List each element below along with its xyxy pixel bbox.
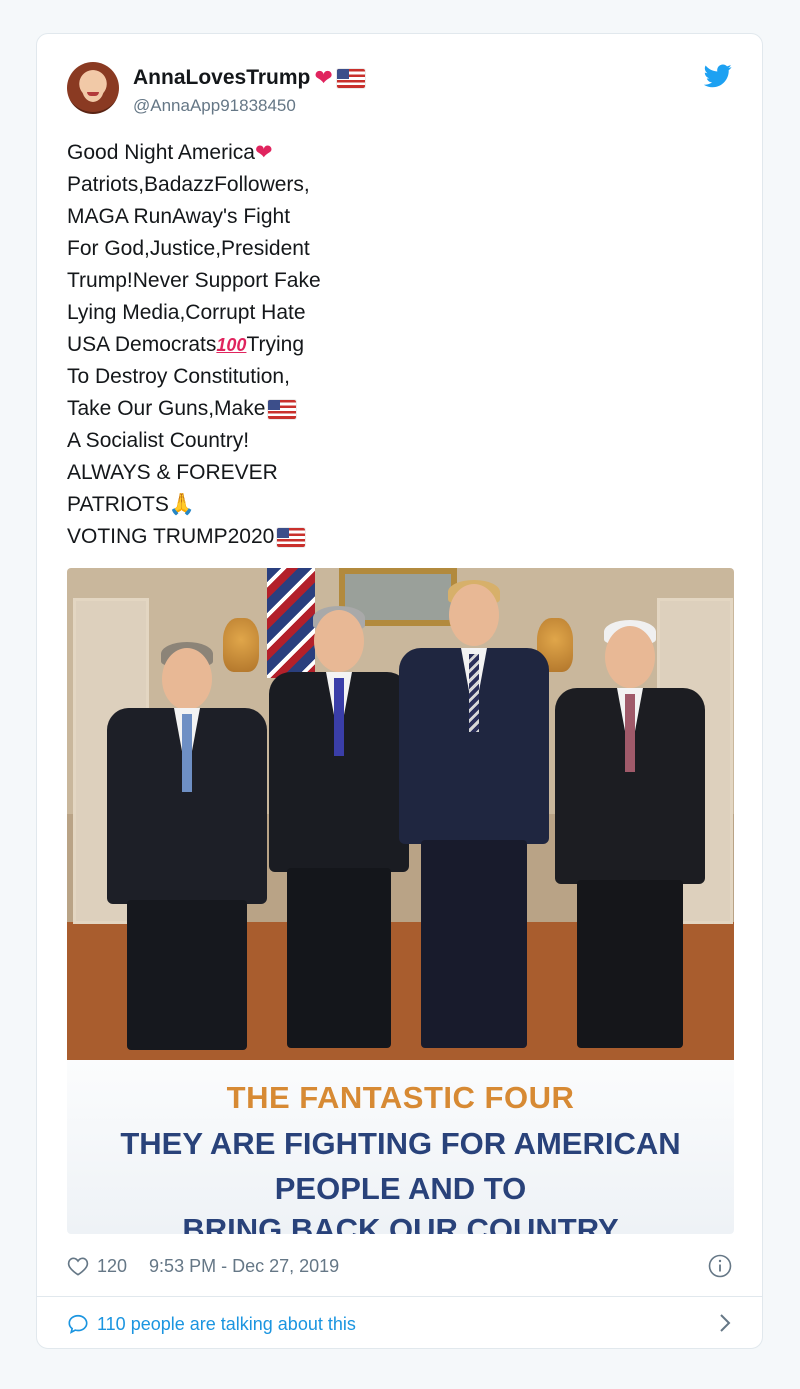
text-line: A Socialist Country! bbox=[67, 429, 250, 452]
person bbox=[269, 584, 409, 1054]
divider bbox=[37, 1296, 762, 1297]
person bbox=[399, 574, 549, 1054]
person bbox=[555, 592, 705, 1054]
text-fragment: PATRIOTS bbox=[67, 493, 169, 516]
head bbox=[449, 584, 499, 646]
tie bbox=[182, 714, 192, 792]
text-fragment: Trying bbox=[246, 333, 305, 356]
text-line: To Destroy Constitution, bbox=[67, 365, 290, 388]
hundred-emoji: 100 bbox=[216, 335, 247, 355]
heart-emoji: ❤ bbox=[254, 141, 273, 164]
tie bbox=[625, 694, 635, 772]
heart-icon[interactable] bbox=[67, 1256, 89, 1276]
caption-title: THE FANTASTIC FOUR bbox=[226, 1080, 575, 1115]
tie bbox=[469, 654, 479, 732]
tie bbox=[334, 678, 344, 756]
text-fragment: Good Night America bbox=[67, 141, 255, 164]
person bbox=[107, 604, 267, 1054]
text-fragment: Take Our Guns,Make bbox=[67, 397, 266, 420]
tweet-card[interactable]: AnnaLovesTrump ❤ @AnnaApp91838450 Good N… bbox=[36, 33, 763, 1349]
talking-count-label[interactable]: 110 people are talking about this bbox=[97, 1314, 356, 1335]
us-flag-icon bbox=[336, 68, 365, 88]
head bbox=[605, 626, 655, 688]
avatar[interactable] bbox=[67, 62, 119, 114]
head bbox=[314, 610, 364, 672]
text-line: MAGA RunAway's Fight bbox=[67, 205, 291, 228]
text-line: PATRIOTS🙏 bbox=[67, 489, 487, 521]
us-flag-icon bbox=[268, 399, 297, 419]
trousers bbox=[421, 840, 527, 1048]
twitter-bird-icon[interactable] bbox=[704, 64, 732, 88]
caption-line: PEOPLE AND TO bbox=[274, 1171, 527, 1206]
image-caption: THE FANTASTIC FOUR THEY ARE FIGHTING FOR… bbox=[67, 1060, 734, 1234]
text-line: Lying Media,Corrupt Hate bbox=[67, 301, 306, 324]
text-line: Good Night America❤ bbox=[67, 137, 487, 169]
tweet-image[interactable]: THE FANTASTIC FOUR THEY ARE FIGHTING FOR… bbox=[67, 568, 734, 1234]
text-line: Take Our Guns,Make bbox=[67, 393, 487, 425]
text-fragment: USA Democrats bbox=[67, 333, 217, 356]
text-line: For God,Justice,President bbox=[67, 237, 310, 260]
tweet-meta: 120 9:53 PM - Dec 27, 2019 bbox=[67, 1252, 734, 1280]
trousers bbox=[127, 900, 247, 1050]
trousers bbox=[577, 880, 683, 1048]
text-line: USA Democrats100Trying bbox=[67, 329, 487, 361]
speech-bubble-icon bbox=[68, 1314, 88, 1334]
text-line: ALWAYS & FOREVER bbox=[67, 461, 278, 484]
info-icon[interactable] bbox=[708, 1254, 732, 1278]
timestamp[interactable]: 9:53 PM - Dec 27, 2019 bbox=[149, 1256, 339, 1277]
us-flag-icon bbox=[277, 527, 306, 547]
author-name-row[interactable]: AnnaLovesTrump ❤ bbox=[133, 66, 365, 90]
photo bbox=[67, 568, 734, 1060]
pray-emoji: 🙏 bbox=[168, 493, 196, 516]
display-name[interactable]: AnnaLovesTrump bbox=[133, 66, 310, 90]
caption-line: BRING BACK OUR COUNTRY bbox=[182, 1212, 619, 1234]
head bbox=[162, 648, 212, 710]
avatar-face bbox=[82, 74, 104, 102]
conversation-link[interactable]: 110 people are talking about this bbox=[67, 1309, 734, 1339]
text-line: Patriots,BadazzFollowers, bbox=[67, 173, 310, 196]
heart-emoji: ❤ bbox=[314, 65, 333, 90]
tweet-text: Good Night America❤ Patriots,BadazzFollo… bbox=[67, 137, 487, 553]
caption-line: THEY ARE FIGHTING FOR AMERICAN bbox=[120, 1126, 681, 1161]
author-handle[interactable]: @AnnaApp91838450 bbox=[133, 96, 296, 116]
like-count[interactable]: 120 bbox=[97, 1256, 127, 1277]
text-fragment: VOTING TRUMP2020 bbox=[67, 525, 275, 548]
text-line: VOTING TRUMP2020 bbox=[67, 521, 487, 553]
trousers bbox=[287, 868, 391, 1048]
chevron-right-icon[interactable] bbox=[718, 1313, 732, 1333]
text-line: Trump!Never Support Fake bbox=[67, 269, 321, 292]
